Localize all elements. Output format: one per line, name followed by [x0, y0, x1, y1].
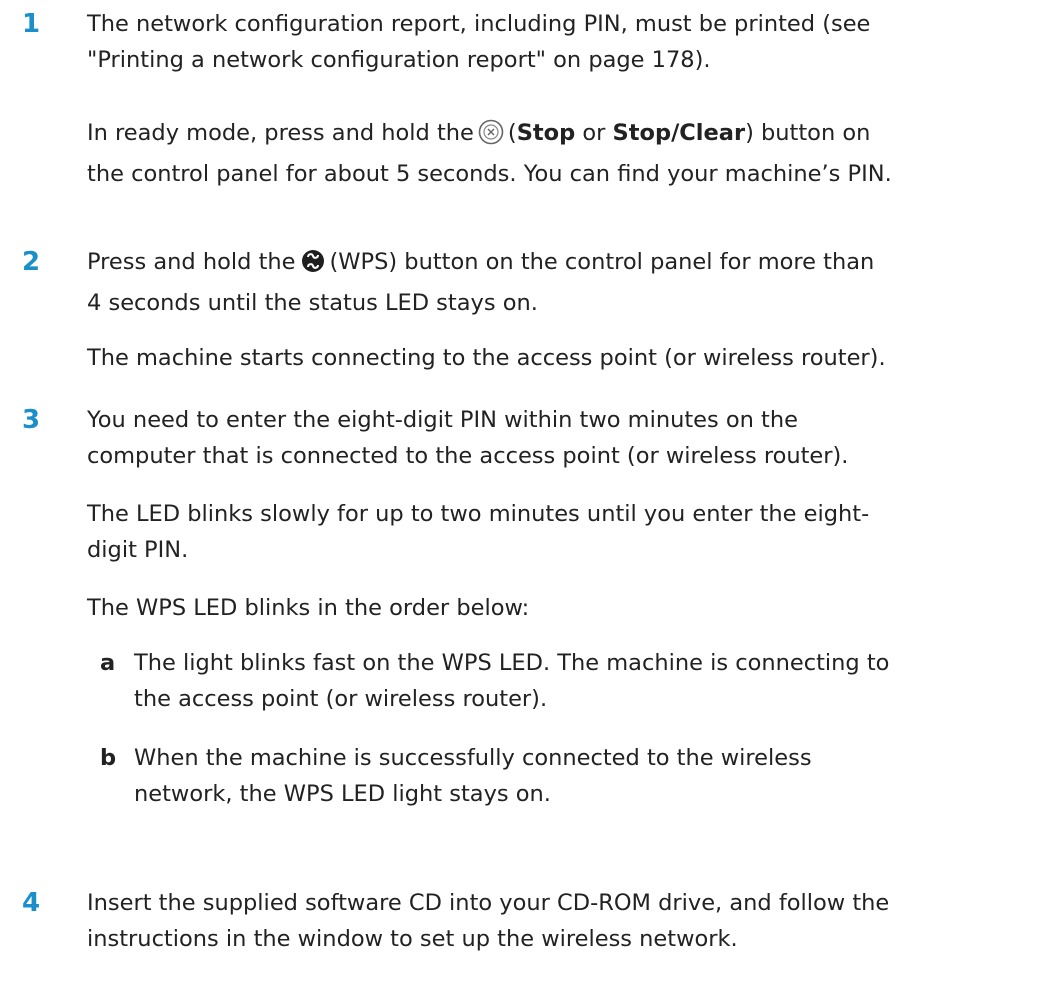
stop-clear-icon: [478, 119, 504, 156]
text-fragment: ) button on: [745, 120, 871, 146]
step-3-paragraph-1: You need to enter the eight-digit PIN wi…: [87, 402, 1032, 474]
step-1-paragraph-2: In ready mode, press and hold the (Stop o…: [87, 115, 1032, 192]
step-2-paragraph-1: Press and hold the (WPS) button on the co…: [87, 244, 1032, 321]
text-line: the control panel for about 5 seconds. Y…: [87, 161, 892, 187]
text-line: In ready mode, press and hold the: [87, 120, 474, 146]
substep-text: When the machine is successfully connect…: [134, 740, 1034, 812]
cross-reference-link[interactable]: "Printing a network configuration report…: [87, 47, 711, 73]
step-1-paragraph-1: The network configuration report, includ…: [87, 6, 1032, 78]
step-number: 2: [22, 247, 41, 277]
wps-icon: [300, 248, 326, 285]
step-4-paragraph-1: Insert the supplied software CD into you…: [87, 885, 1032, 957]
substep-letter: b: [100, 745, 117, 771]
text-line: digit PIN.: [87, 537, 189, 563]
text-line: the access point (or wireless router).: [134, 686, 548, 712]
stop-label: Stop: [516, 120, 576, 146]
text-line: The light blinks fast on the WPS LED. Th…: [134, 650, 890, 676]
step-number: 1: [22, 9, 41, 39]
step-3-paragraph-2: The LED blinks slowly for up to two minu…: [87, 496, 1032, 568]
text-line: The WPS LED blinks in the order below:: [87, 595, 530, 621]
manual-page: 1 The network configuration report, incl…: [0, 0, 1050, 993]
text-line: computer that is connected to the access…: [87, 443, 849, 469]
substep-text: The light blinks fast on the WPS LED. Th…: [134, 645, 1034, 717]
step-3-paragraph-3: The WPS LED blinks in the order below:: [87, 590, 1032, 626]
substep-letter: a: [100, 650, 116, 676]
text-fragment: (WPS) button on the control panel for mo…: [329, 249, 875, 275]
text-fragment: or: [575, 120, 613, 146]
text-line: When the machine is successfully connect…: [134, 745, 812, 771]
step-2-paragraph-2: The machine starts connecting to the acc…: [87, 340, 1032, 376]
text-line: network, the WPS LED light stays on.: [134, 781, 551, 807]
text-line: The LED blinks slowly for up to two minu…: [87, 501, 870, 527]
stop-clear-label: Stop/Clear: [612, 120, 746, 146]
text-line: instructions in the window to set up the…: [87, 926, 738, 952]
step-number: 3: [22, 405, 41, 435]
text-fragment: (: [507, 120, 517, 146]
text-line: Insert the supplied software CD into you…: [87, 890, 890, 916]
text-line: The machine starts connecting to the acc…: [87, 345, 886, 371]
step-number: 4: [22, 888, 41, 918]
text-line: You need to enter the eight-digit PIN wi…: [87, 407, 798, 433]
text-line: 4 seconds until the status LED stays on.: [87, 290, 538, 316]
text-line: Press and hold the: [87, 249, 296, 275]
text-line: The network configuration report, includ…: [87, 11, 871, 37]
